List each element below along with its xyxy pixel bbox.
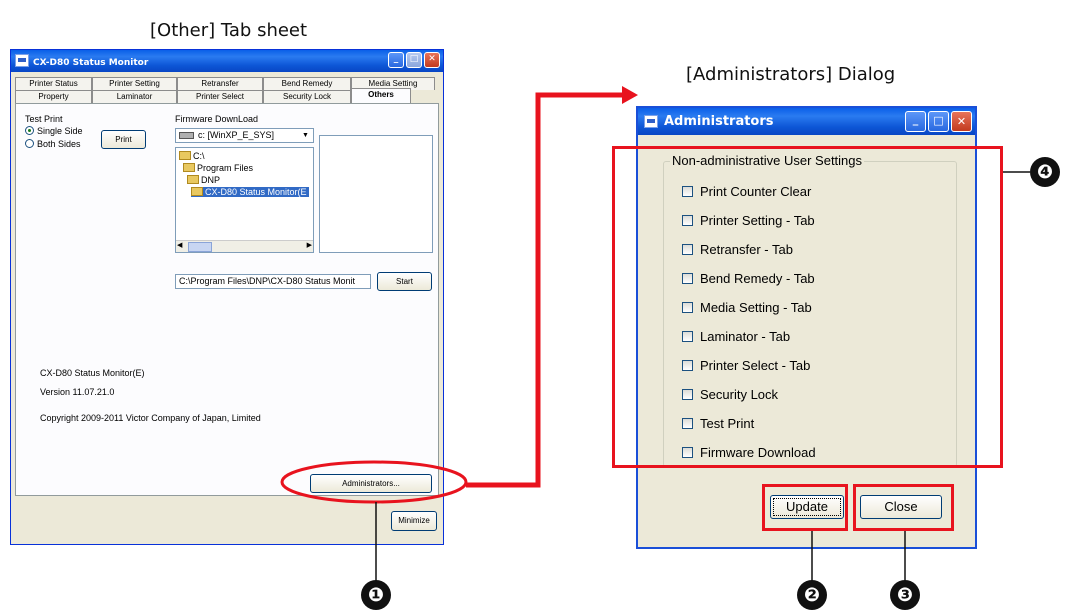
folder-item-selected[interactable]: CX-D80 Status Monitor(E <box>191 187 309 197</box>
caption-other-tab: [Other] Tab sheet <box>150 20 308 41</box>
close-highlight-box <box>853 484 954 531</box>
tab-property[interactable]: Property <box>15 90 92 103</box>
tab-security-lock[interactable]: Security Lock <box>263 90 351 103</box>
administrators-titlebar[interactable]: Administrators _ □ ✕ <box>638 108 975 135</box>
chevron-down-icon: ▼ <box>302 132 309 139</box>
minimize-icon[interactable]: _ <box>388 52 404 68</box>
tab-laminator[interactable]: Laminator <box>92 90 177 103</box>
tab-printer-status[interactable]: Printer Status <box>15 77 92 90</box>
open-folder-icon <box>191 187 203 196</box>
window-title: CX-D80 Status Monitor <box>33 58 149 68</box>
status-monitor-titlebar[interactable]: CX-D80 Status Monitor _ □ ✕ <box>11 50 443 72</box>
tab-retransfer[interactable]: Retransfer <box>177 77 263 90</box>
callout-number-1: ❶ <box>361 580 391 610</box>
app-icon <box>15 54 29 67</box>
app-name-label: CX-D80 Status Monitor(E) <box>40 368 145 378</box>
test-print-label: Test Print <box>25 114 63 124</box>
folder-tree[interactable]: C:\ Program Files DNP CX-D80 Status Moni… <box>175 147 314 253</box>
test-print-button[interactable]: Print <box>101 130 146 149</box>
callout-number-4: ❹ <box>1030 157 1060 187</box>
tab-printer-select[interactable]: Printer Select <box>177 90 263 103</box>
minimize-icon[interactable]: _ <box>905 111 926 132</box>
others-tab-panel: Test Print Single Side Both Sides Print … <box>15 103 439 496</box>
scroll-left-icon[interactable]: ◀ <box>177 241 182 249</box>
firmware-file-list[interactable] <box>319 135 433 253</box>
tab-others[interactable]: Others <box>351 88 411 103</box>
maximize-icon: □ <box>406 52 422 68</box>
firmware-start-button[interactable]: Start <box>377 272 432 291</box>
minimize-button[interactable]: Minimize <box>391 511 437 531</box>
tab-bend-remedy[interactable]: Bend Remedy <box>263 77 351 90</box>
folder-item[interactable]: DNP <box>187 175 220 185</box>
single-side-radio[interactable]: Single Side <box>25 126 83 136</box>
folder-icon <box>183 163 195 172</box>
both-sides-radio[interactable]: Both Sides <box>25 139 81 149</box>
version-label: Version 11.07.21.0 <box>40 387 115 397</box>
folder-icon <box>187 175 199 184</box>
folder-icon <box>179 151 191 160</box>
close-icon[interactable]: ✕ <box>951 111 972 132</box>
tab-printer-setting[interactable]: Printer Setting <box>92 77 177 90</box>
folder-item[interactable]: C:\ <box>179 151 205 161</box>
scroll-thumb[interactable] <box>188 242 212 252</box>
tab-row-2: Property Laminator Printer Select Securi… <box>15 88 411 103</box>
folder-item[interactable]: Program Files <box>183 163 253 173</box>
update-highlight-box <box>762 484 848 531</box>
scroll-right-icon[interactable]: ▶ <box>307 241 312 249</box>
firmware-path-field[interactable]: C:\Program Files\DNP\CX-D80 Status Monit <box>175 274 371 289</box>
dialog-title: Administrators <box>664 114 774 129</box>
caption-administrators-dialog: [Administrators] Dialog <box>686 64 896 85</box>
status-monitor-window: CX-D80 Status Monitor _ □ ✕ Printer Stat… <box>10 49 444 545</box>
arrowhead-icon <box>622 86 638 104</box>
callout-number-3: ❸ <box>890 580 920 610</box>
drive-select[interactable]: c: [WinXP_E_SYS] ▼ <box>175 128 314 143</box>
firmware-download-label: Firmware DownLoad <box>175 114 259 124</box>
radio-selected-icon <box>25 126 34 135</box>
close-icon[interactable]: ✕ <box>424 52 440 68</box>
connector-arrow-line <box>466 92 622 488</box>
dialog-icon <box>644 115 658 128</box>
copyright-label: Copyright 2009-2011 Victor Company of Ja… <box>40 413 261 423</box>
administrators-button[interactable]: Administrators... <box>310 474 432 493</box>
radio-empty-icon <box>25 139 34 148</box>
maximize-icon[interactable]: □ <box>928 111 949 132</box>
drive-icon <box>179 132 194 139</box>
callout-number-2: ❷ <box>797 580 827 610</box>
horizontal-scrollbar[interactable]: ◀ ▶ <box>176 240 313 252</box>
user-settings-highlight-box <box>612 146 1003 468</box>
